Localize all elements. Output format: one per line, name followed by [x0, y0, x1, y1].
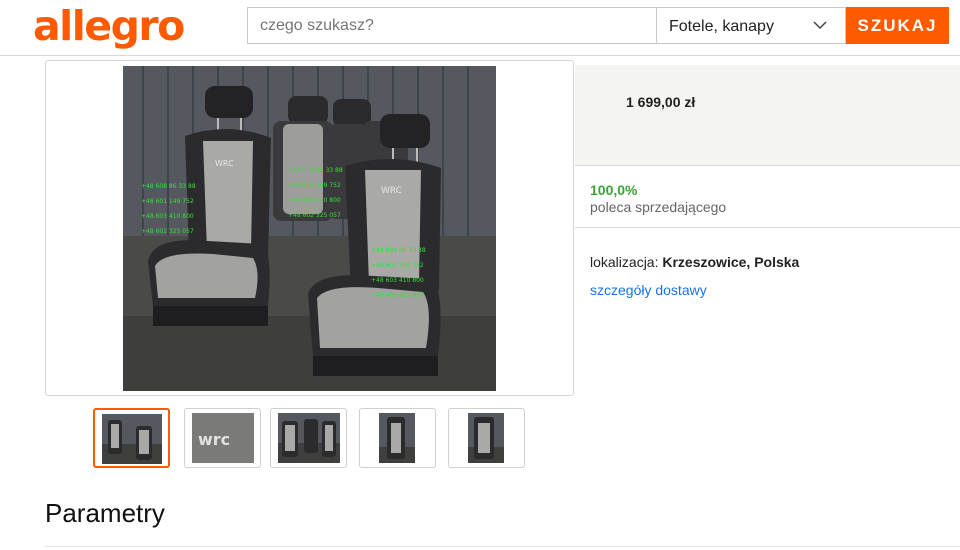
recommend-label: poleca sprzedającego: [590, 199, 727, 215]
thumbnail-1[interactable]: [93, 408, 170, 468]
thumbnail-image: [468, 413, 504, 463]
photo-overlay-number: +48 602 325 057: [141, 228, 194, 235]
price: 1 699,00 zł: [626, 94, 696, 110]
photo-overlay-number: +48 603 410 800: [141, 213, 194, 220]
price-box: 1 699,00 zł: [575, 65, 960, 165]
main-product-photo[interactable]: WRC WRC +48 608 86 33 88 +48 601 149 752…: [123, 66, 496, 391]
thumbnail-4[interactable]: [359, 408, 436, 468]
seller-rating: 100,0% poleca sprzedającego: [575, 165, 960, 228]
recommend-percent: 100,0%: [590, 182, 638, 198]
photo-overlay-number: +48 608 86 33 88: [141, 183, 196, 190]
thumbnail-3[interactable]: [270, 408, 347, 468]
photo-overlay-number: +48 601 149 752: [141, 198, 194, 205]
thumbnail-5[interactable]: [448, 408, 525, 468]
thumbnail-image: [102, 414, 162, 464]
thumbnail-image: wrc: [192, 413, 254, 463]
photo-overlay-number: +48 602 325 057: [288, 212, 341, 219]
photo-overlay-number: +48 608 86 33 88: [371, 247, 426, 254]
category-selected-label: Fotele, kanapy: [669, 18, 774, 35]
svg-text:WRC: WRC: [381, 186, 402, 196]
category-select[interactable]: Fotele, kanapy: [656, 7, 846, 44]
location-value: Krzeszowice, Polska: [662, 254, 800, 270]
delivery-details-link[interactable]: szczegóły dostawy: [590, 282, 707, 298]
svg-text:WRC: WRC: [215, 159, 234, 168]
photo-overlay-number: +48 608 86 33 88: [288, 167, 343, 174]
thumbnail-image: [278, 413, 340, 463]
thumbnail-2[interactable]: wrc: [184, 408, 261, 468]
top-header: allegro Fotele, kanapy SZUKAJ: [0, 0, 960, 56]
thumbnail-image: [379, 413, 415, 463]
location: lokalizacja: Krzeszowice, Polska: [590, 254, 799, 270]
photo-overlay-number: +48 601 149 752: [371, 262, 424, 269]
search-input[interactable]: [247, 7, 657, 44]
search-button[interactable]: SZUKAJ: [846, 7, 949, 44]
allegro-logo[interactable]: allegro: [33, 2, 185, 50]
svg-text:wrc: wrc: [198, 430, 230, 449]
parameters-heading: Parametry: [45, 498, 165, 528]
divider: [45, 546, 960, 547]
photo-overlay-number: +48 603 410 800: [371, 277, 424, 284]
photo-overlay-number: +48 603 410 800: [288, 197, 341, 204]
photo-overlay-number: +48 601 149 752: [288, 182, 341, 189]
photo-overlay-number: +48 602 325 057: [371, 292, 424, 299]
product-gallery: WRC WRC +48 608 86 33 88 +48 601 149 752…: [45, 60, 574, 396]
chevron-down-icon: [813, 21, 827, 30]
location-label: lokalizacja:: [590, 254, 663, 270]
